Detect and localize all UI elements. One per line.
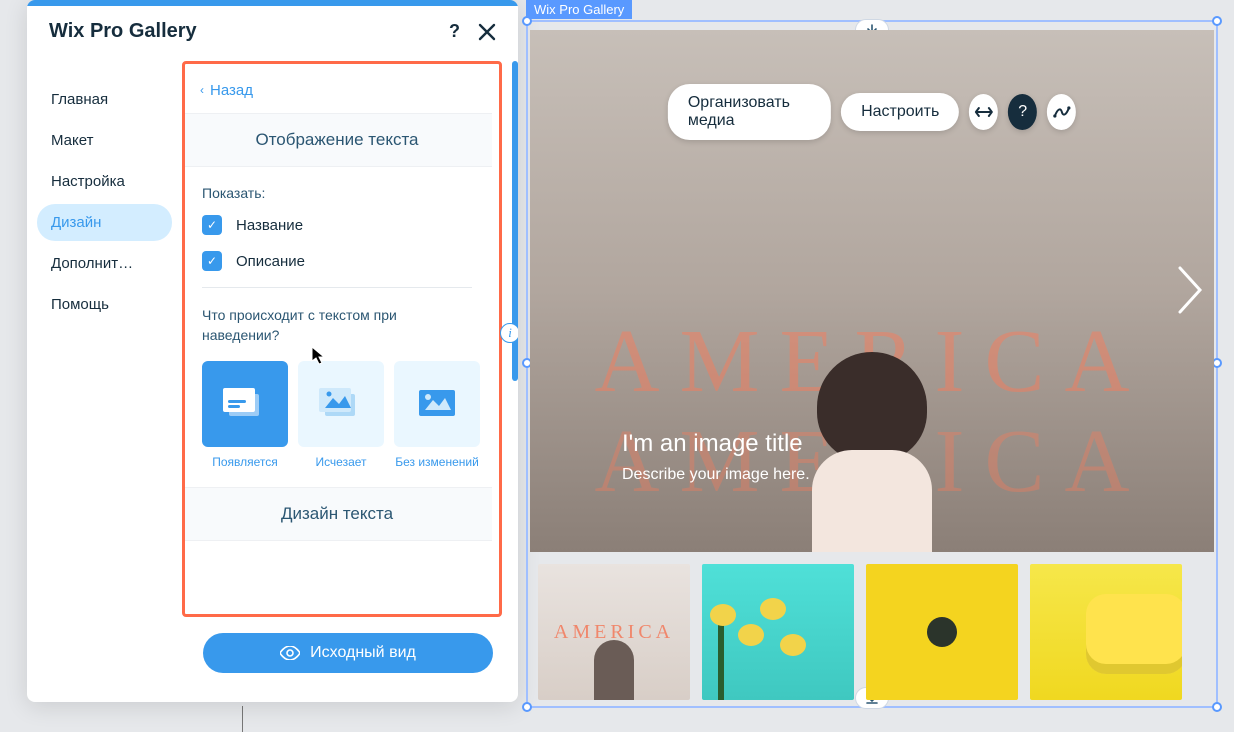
section-text-display-header[interactable]: Отображение текста	[182, 113, 492, 167]
hover-options: Появляется Исчезает	[202, 361, 472, 469]
thumbnail-1[interactable]: AMERICA	[538, 564, 690, 700]
checkbox-description[interactable]: ✓	[202, 251, 222, 271]
panel-content: ‹ Назад Отображение текста Показать: ✓ Н…	[182, 61, 518, 693]
hero-title: I'm an image title	[622, 430, 803, 458]
sidebar-item-layout[interactable]: Макет	[37, 122, 172, 159]
sidebar-item-main[interactable]: Главная	[37, 81, 172, 118]
hover-option-appears-icon	[202, 361, 288, 447]
panel-sidebar: Главная Макет Настройка Дизайн Дополнит……	[27, 61, 182, 693]
hover-option-appears-label: Появляется	[212, 455, 278, 469]
hero-figure	[802, 352, 942, 552]
back-link[interactable]: ‹ Назад	[200, 82, 253, 99]
configure-button[interactable]: Настроить	[841, 93, 959, 131]
sidebar-item-settings[interactable]: Настройка	[37, 163, 172, 200]
resize-handle-br[interactable]	[1212, 702, 1222, 712]
resize-handle-tr[interactable]	[1212, 16, 1222, 26]
hover-option-disappears[interactable]: Исчезает	[298, 361, 384, 469]
resize-handle-bl[interactable]	[522, 702, 532, 712]
preview-button[interactable]: Исходный вид	[203, 633, 493, 673]
animation-icon[interactable]	[1047, 94, 1076, 130]
checkbox-title-label: Название	[236, 217, 303, 234]
hover-option-nochange-label: Без изменений	[395, 455, 479, 469]
checkbox-row-title[interactable]: ✓ Название	[202, 215, 472, 235]
help-circle-icon[interactable]: ?	[1008, 94, 1037, 130]
back-label: Назад	[210, 82, 253, 99]
hover-option-disappears-icon	[298, 361, 384, 447]
checkbox-row-description[interactable]: ✓ Описание	[202, 251, 472, 271]
eye-icon	[280, 646, 300, 660]
hover-option-nochange-icon	[394, 361, 480, 447]
hover-question-label: Что происходит с текстом при наведении?	[202, 306, 462, 345]
thumbnail-1-text: AMERICA	[554, 621, 674, 644]
preview-button-label: Исходный вид	[310, 644, 416, 662]
gallery-thumbnails: AMERICA	[530, 558, 1214, 700]
element-toolbar: Организовать медиа Настроить ?	[668, 84, 1076, 140]
divider	[202, 287, 472, 288]
panel-header: Wix Pro Gallery ?	[27, 6, 518, 61]
panel-title: Wix Pro Gallery	[49, 20, 197, 43]
thumbnail-2[interactable]	[702, 564, 854, 700]
thumbnail-4[interactable]	[1030, 564, 1182, 700]
thumbnail-3[interactable]	[866, 564, 1018, 700]
sidebar-item-help[interactable]: Помощь	[37, 286, 172, 323]
help-icon[interactable]: ?	[449, 21, 460, 42]
selection-box: AMERICA AMERICA I'm an image title Descr…	[526, 20, 1218, 708]
hover-option-nochange[interactable]: Без изменений	[394, 361, 480, 469]
settings-panel: Wix Pro Gallery ? Главная Макет Настройк…	[27, 0, 518, 702]
sidebar-item-design[interactable]: Дизайн	[37, 204, 172, 241]
close-icon[interactable]	[478, 23, 496, 41]
checkbox-description-label: Описание	[236, 253, 305, 270]
chevron-left-icon: ‹	[200, 83, 204, 97]
element-tag[interactable]: Wix Pro Gallery	[526, 0, 632, 19]
sidebar-item-advanced[interactable]: Дополнит…	[37, 245, 172, 282]
info-icon[interactable]: i	[500, 323, 518, 343]
canvas-stage: Wix Pro Gallery AMERICA AMERICA I'm an i…	[526, 14, 1218, 710]
resize-handle-tl[interactable]	[522, 16, 532, 26]
stretch-icon[interactable]	[969, 94, 998, 130]
section-text-design-header[interactable]: Дизайн текста	[182, 487, 492, 541]
gallery-next-arrow[interactable]	[1174, 264, 1206, 321]
hover-option-appears[interactable]: Появляется	[202, 361, 288, 469]
show-label: Показать:	[202, 185, 472, 201]
hover-option-disappears-label: Исчезает	[315, 455, 366, 469]
ruler-mark-bottom	[242, 706, 243, 732]
checkbox-title[interactable]: ✓	[202, 215, 222, 235]
hero-description: Describe your image here.	[622, 466, 810, 484]
section-text-display-body: Показать: ✓ Название ✓ Описание Что прои…	[182, 167, 492, 487]
organize-media-button[interactable]: Организовать медиа	[668, 84, 831, 140]
